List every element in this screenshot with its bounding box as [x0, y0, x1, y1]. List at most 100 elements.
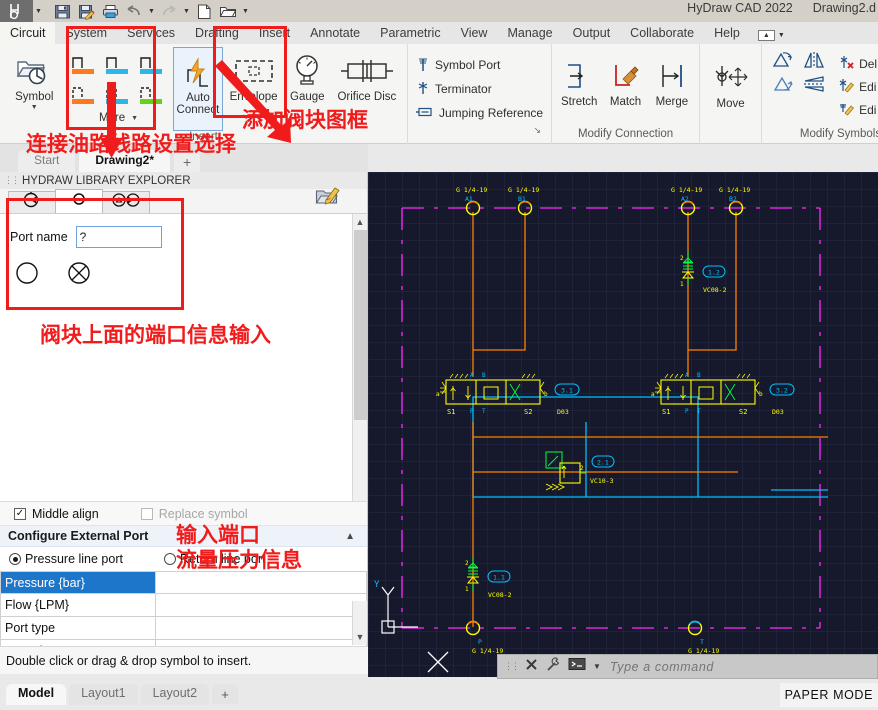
add-layout-tab[interactable]: + — [212, 684, 239, 704]
ribbon-minimize-caret-icon[interactable]: ▼ — [778, 32, 785, 39]
customize-qat-icon[interactable]: ▼ — [240, 1, 251, 21]
ribbon-tab-services[interactable]: Services — [117, 22, 185, 44]
ribbon-tab-collaborate[interactable]: Collaborate — [620, 22, 704, 44]
line-type-dashed-orange-icon[interactable] — [69, 80, 103, 110]
terminator-item[interactable]: Terminator — [412, 77, 547, 101]
middle-align-checkbox[interactable]: ✓ — [14, 507, 26, 520]
open-folder-icon[interactable] — [216, 1, 240, 21]
move-button[interactable]: Move — [704, 54, 757, 110]
stretch-button[interactable]: Stretch — [556, 52, 602, 108]
connection-dialog-launcher-icon[interactable]: ↘ — [412, 125, 547, 136]
library-tab-motor[interactable] — [102, 191, 150, 213]
ribbon-tab-view[interactable]: View — [451, 22, 498, 44]
orifice-disc-button[interactable]: Orifice Disc — [331, 47, 403, 103]
ribbon-tab-system[interactable]: System — [55, 22, 117, 44]
line-type-solid-orange-icon[interactable] — [69, 50, 103, 80]
redo-caret-icon[interactable]: ▼ — [181, 1, 192, 21]
property-value-pressure[interactable] — [155, 571, 367, 594]
ribbon-tab-output[interactable]: Output — [563, 22, 621, 44]
command-bar-grip-icon[interactable]: ⋮⋮ — [504, 661, 520, 672]
pressure-line-port-radio[interactable]: Pressure line port — [9, 552, 164, 566]
app-logo-icon[interactable] — [0, 0, 33, 22]
status-bar-paper-mode[interactable]: PAPER MODE — [779, 683, 878, 707]
document-tab-start[interactable]: Start — [18, 150, 76, 172]
jumping-reference-item[interactable]: Jumping Reference — [412, 101, 547, 125]
property-value-flow[interactable] — [155, 594, 367, 617]
wrench-icon[interactable] — [545, 656, 561, 677]
symbol-port-item[interactable]: Symbol Port — [412, 53, 547, 77]
layout1-tab[interactable]: Layout1 — [69, 683, 138, 705]
ribbon-minimize-control[interactable]: ▲ ▼ — [757, 30, 785, 44]
printer-icon[interactable] — [98, 1, 122, 21]
return-line-port-radio[interactable]: Return line port — [164, 552, 265, 566]
ribbon-tab-parametric[interactable]: Parametric — [370, 22, 450, 44]
property-name-port-type[interactable]: Port type — [0, 617, 155, 640]
undo-icon[interactable] — [122, 1, 146, 21]
scroll-down-arrow-icon[interactable]: ▼ — [353, 629, 367, 645]
command-history-caret-icon[interactable]: ▼ — [593, 662, 601, 671]
library-explorer-scrollbar[interactable]: ▲ — [352, 214, 367, 501]
ribbon-tab-drafting[interactable]: Drafting — [185, 22, 249, 44]
mirror-vertical-icon[interactable] — [800, 49, 830, 73]
app-menu-caret-icon[interactable]: ▼ — [33, 1, 44, 21]
document-tab-drawing2[interactable]: Drawing2* — [79, 150, 171, 172]
property-scrollbar[interactable]: ▼ — [352, 601, 367, 645]
envelope-button[interactable]: Envelope — [223, 47, 284, 103]
rotate-symbol-icon[interactable] — [770, 49, 800, 73]
ribbon-minimize-icon[interactable]: ▲ — [757, 30, 775, 41]
replace-symbol-checkbox[interactable] — [140, 507, 153, 520]
scroll-up-arrow-icon[interactable]: ▲ — [352, 214, 367, 230]
edit-symbol-item[interactable]: Edi — [834, 98, 878, 121]
port-name-input[interactable] — [75, 226, 162, 248]
merge-button[interactable]: Merge — [649, 52, 695, 108]
chevron-up-icon[interactable]: ▲ — [345, 531, 355, 542]
line-type-dashed-cyan-icon[interactable] — [103, 80, 137, 110]
ribbon-tab-help[interactable]: Help — [704, 22, 750, 44]
layout2-tab[interactable]: Layout2 — [140, 683, 210, 705]
line-type-swatches[interactable] — [65, 47, 173, 110]
edit-port-item[interactable]: Edi — [834, 75, 878, 98]
library-tab-port[interactable] — [55, 189, 103, 213]
line-type-dashed-green-icon[interactable] — [137, 80, 171, 110]
close-icon[interactable] — [525, 658, 538, 676]
command-input[interactable] — [607, 658, 877, 675]
ribbon-tab-manage[interactable]: Manage — [497, 22, 562, 44]
flip-symbol-icon[interactable] — [770, 73, 800, 97]
save-as-icon[interactable] — [74, 1, 98, 21]
undo-caret-icon[interactable]: ▼ — [146, 1, 157, 21]
library-tab-pump[interactable] — [8, 191, 56, 213]
cad-drawing-canvas[interactable]: G 1/4-19 A1 G 1/4-19 B1 G 1/4-19 A2 G 1/… — [368, 172, 878, 677]
property-name-flow[interactable]: Flow {LPM} — [0, 594, 155, 617]
symbol-button[interactable]: Symbol ▼ — [4, 47, 65, 111]
panel-grip-icon[interactable]: ⋮⋮ — [4, 175, 20, 186]
new-file-icon[interactable] — [192, 1, 216, 21]
scroll-thumb[interactable] — [353, 230, 367, 420]
symbol-dropdown-caret-icon[interactable]: ▼ — [31, 104, 38, 111]
ribbon-tab-annotate[interactable]: Annotate — [300, 22, 370, 44]
ribbon-tab-insert[interactable]: Insert — [249, 22, 300, 44]
redo-icon[interactable] — [157, 1, 181, 21]
line-type-solid-cyan2-icon[interactable] — [137, 50, 171, 80]
table-row[interactable]: Pressure {bar} — [0, 571, 367, 594]
property-name-pressure[interactable]: Pressure {bar} — [0, 571, 155, 594]
table-row[interactable]: Port type — [0, 617, 367, 640]
match-button[interactable]: Match — [602, 52, 648, 108]
command-bar[interactable]: ⋮⋮ ▼ — [497, 654, 878, 679]
document-tab-add[interactable]: + — [174, 152, 201, 172]
more-dropdown-caret-icon[interactable]: ▼ — [131, 115, 138, 122]
table-row[interactable]: Flow {LPM} — [0, 594, 367, 617]
edit-library-icon[interactable] — [315, 185, 341, 212]
model-tab[interactable]: Model — [6, 683, 67, 705]
crossed-port-symbol[interactable] — [66, 260, 92, 291]
ribbon-tab-circuit[interactable]: Circuit — [0, 22, 56, 44]
mirror-horizontal-icon[interactable] — [800, 73, 830, 97]
configure-external-port-header[interactable]: Configure External Port ▲ — [0, 525, 367, 547]
auto-connect-button[interactable]: Auto Connect — [172, 47, 224, 131]
line-type-solid-cyan-icon[interactable] — [103, 50, 137, 80]
more-button-label[interactable]: More — [99, 112, 125, 124]
delete-symbol-item[interactable]: Del — [834, 52, 878, 75]
gauge-button[interactable]: Gauge — [284, 47, 331, 103]
command-prompt-icon[interactable] — [568, 657, 586, 676]
save-icon[interactable] — [50, 1, 74, 21]
line-type-gallery[interactable]: More ▼ — [65, 47, 173, 124]
